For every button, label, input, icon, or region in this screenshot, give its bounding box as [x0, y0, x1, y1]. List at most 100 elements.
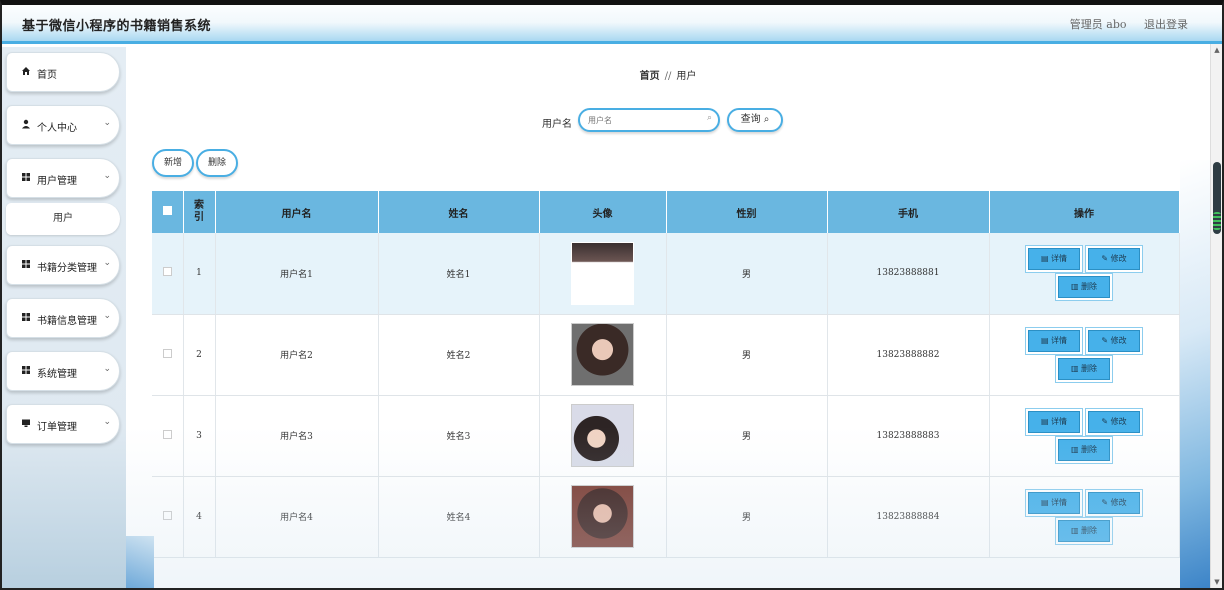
sidebar-item-book-category[interactable]: 书籍分类管理 ⌄	[6, 245, 120, 285]
column-header-index: 索引	[183, 191, 216, 233]
cell-username: 用户名3	[215, 395, 379, 477]
cell-username: 用户名2	[215, 314, 379, 396]
sidebar-item-orders[interactable]: 订单管理 ⌄	[6, 404, 120, 444]
bulk-delete-button[interactable]: 删除	[196, 149, 238, 177]
column-header-actions: 操作	[989, 191, 1180, 233]
add-button[interactable]: 新增	[152, 149, 194, 177]
cell-avatar	[539, 476, 667, 558]
delete-button[interactable]: ▥ 删除	[1058, 276, 1110, 299]
edit-button[interactable]: ✎ 修改	[1088, 329, 1140, 352]
avatar	[571, 404, 634, 467]
grid-icon	[22, 173, 30, 181]
table-row: 2 用户名2 姓名2 男 13823888882 ▤ 详情 ✎ 修改 ▥ 删除	[152, 314, 1180, 396]
delete-button[interactable]: ▥ 删除	[1058, 519, 1110, 542]
column-header-gender: 性别	[666, 191, 828, 233]
cell-username: 用户名1	[215, 233, 379, 315]
chevron-down-icon: ⌄	[103, 364, 111, 374]
row-checkbox[interactable]	[162, 348, 172, 358]
cell-actions: ▤ 详情 ✎ 修改 ▥ 删除	[989, 476, 1180, 558]
sidebar-item-label: 用户管理	[37, 176, 77, 187]
row-select-cell	[152, 314, 184, 396]
detail-button[interactable]: ▤ 详情	[1028, 410, 1080, 433]
edit-button-label: 修改	[1110, 335, 1127, 345]
select-all-cell	[152, 191, 184, 233]
detail-button[interactable]: ▤ 详情	[1028, 491, 1080, 514]
delete-button[interactable]: ▥ 删除	[1058, 438, 1110, 461]
row-select-cell	[152, 476, 184, 558]
cell-avatar	[539, 314, 667, 396]
avatar	[571, 485, 634, 548]
cell-index: 3	[183, 395, 216, 477]
cell-username: 用户名4	[215, 476, 379, 558]
sidebar-item-system[interactable]: 系统管理 ⌄	[6, 351, 120, 391]
delete-button[interactable]: ▥ 删除	[1058, 357, 1110, 380]
column-header-avatar: 头像	[539, 191, 667, 233]
breadcrumb-separator: //	[664, 71, 672, 82]
edit-button[interactable]: ✎ 修改	[1088, 410, 1140, 433]
chevron-down-icon: ⌄	[103, 311, 111, 321]
delete-button-label: 删除	[1081, 282, 1098, 292]
home-icon	[22, 67, 30, 75]
search-input[interactable]	[588, 113, 700, 127]
delete-button-label: 删除	[1081, 444, 1098, 454]
scroll-up-icon[interactable]: ▲	[1213, 46, 1221, 54]
user-table: 索引 用户名 姓名 头像 性别 手机 操作 1 用户名1 姓名1 男 13823…	[152, 191, 1180, 558]
query-button[interactable]: 查询 ⌕	[727, 108, 783, 132]
cell-index: 2	[183, 314, 216, 396]
cell-index: 1	[183, 233, 216, 315]
sidebar-item-users[interactable]: 用户管理 ⌄	[6, 158, 120, 198]
chevron-down-icon: ⌄	[103, 417, 111, 427]
grid-icon	[22, 366, 30, 374]
app-title: 基于微信小程序的书籍销售系统	[22, 19, 212, 34]
decorative-background	[126, 536, 154, 588]
sidebar-item-label: 系统管理	[37, 369, 77, 380]
sidebar-item-label: 个人中心	[37, 123, 77, 134]
detail-button-label: 详情	[1051, 254, 1068, 264]
table-row: 3 用户名3 姓名3 男 13823888883 ▤ 详情 ✎ 修改 ▥ 删除	[152, 395, 1180, 477]
row-checkbox[interactable]	[162, 510, 172, 520]
cell-phone: 13823888883	[827, 395, 990, 477]
grid-icon	[22, 313, 30, 321]
cell-gender: 男	[666, 314, 828, 396]
edit-button-label: 修改	[1110, 254, 1127, 264]
table-header-row: 索引 用户名 姓名 头像 性别 手机 操作	[152, 191, 1180, 233]
vertical-scrollbar[interactable]: ▲ ▼	[1210, 44, 1222, 588]
search-icon: ⌕	[763, 114, 770, 125]
sidebar-item-label: 订单管理	[37, 422, 77, 433]
monitor-icon	[22, 419, 30, 427]
cell-index: 4	[183, 476, 216, 558]
grid-icon	[22, 260, 30, 268]
sidebar-item-label: 书籍信息管理	[37, 316, 97, 327]
decorative-background	[1180, 160, 1210, 590]
sidebar-item-profile[interactable]: 个人中心 ⌄	[6, 105, 120, 145]
chevron-down-icon: ⌄	[103, 171, 111, 181]
breadcrumb-home[interactable]: 首页	[640, 71, 660, 82]
cell-actions: ▤ 详情 ✎ 修改 ▥ 删除	[989, 314, 1180, 396]
edit-button-label: 修改	[1110, 497, 1127, 507]
chevron-down-icon: ⌄	[103, 118, 111, 128]
edit-button[interactable]: ✎ 修改	[1088, 491, 1140, 514]
select-all-checkbox[interactable]	[162, 206, 172, 215]
sidebar-item-book-info[interactable]: 书籍信息管理 ⌄	[6, 298, 120, 338]
detail-button[interactable]: ▤ 详情	[1028, 248, 1080, 271]
sidebar-subitem-user[interactable]: 用户	[6, 203, 120, 235]
sidebar-item-home[interactable]: 首页	[6, 52, 120, 92]
detail-button[interactable]: ▤ 详情	[1028, 329, 1080, 352]
scroll-down-icon[interactable]: ▼	[1213, 578, 1221, 586]
user-icon	[22, 119, 30, 129]
avatar	[571, 241, 634, 305]
row-checkbox[interactable]	[162, 267, 172, 277]
cell-name: 姓名3	[378, 395, 540, 477]
cell-actions: ▤ 详情 ✎ 修改 ▥ 删除	[989, 395, 1180, 477]
detail-button-label: 详情	[1051, 497, 1068, 507]
cell-actions: ▤ 详情 ✎ 修改 ▥ 删除	[989, 233, 1180, 315]
logout-link[interactable]: 退出登录	[1144, 18, 1188, 31]
cell-phone: 13823888884	[827, 476, 990, 558]
search-icon: ⌕	[706, 113, 712, 123]
sidebar-item-label: 首页	[37, 70, 57, 81]
detail-button-label: 详情	[1051, 416, 1068, 426]
cell-name: 姓名2	[378, 314, 540, 396]
edit-button[interactable]: ✎ 修改	[1088, 248, 1140, 271]
breadcrumb: 首页 // 用户	[126, 67, 1210, 82]
row-checkbox[interactable]	[162, 429, 172, 439]
